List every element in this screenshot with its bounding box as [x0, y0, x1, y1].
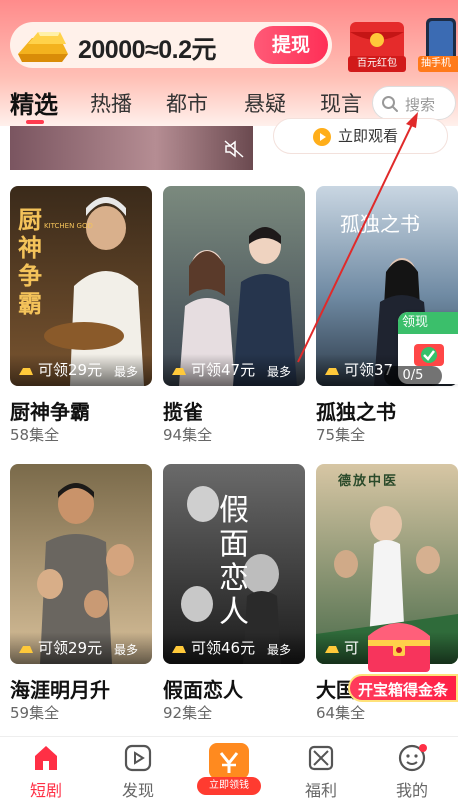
poster-title-art: 厨神争霸: [18, 206, 42, 318]
reward-amount: 可领46元: [191, 639, 256, 657]
play-circle-icon: [313, 128, 331, 146]
drama-episodes: 75集全: [316, 426, 366, 444]
treasure-chest-icon[interactable]: [362, 610, 436, 676]
drama-title[interactable]: 假面恋人: [163, 674, 243, 703]
drama-title[interactable]: 海涯明月升: [10, 674, 110, 703]
drama-episodes: 92集全: [163, 704, 213, 722]
drama-title[interactable]: 厨神争霸: [10, 396, 90, 425]
reward-max-label: 最多: [267, 643, 292, 657]
mute-icon[interactable]: [224, 140, 244, 158]
tab-suspense[interactable]: 悬疑: [244, 88, 286, 118]
gift-box-icon: [308, 745, 334, 771]
cash-check-icon: [414, 344, 444, 366]
drama-episodes: 94集全: [163, 426, 213, 444]
nav-label: 我的: [395, 781, 428, 800]
gold-bar-icon: [325, 646, 339, 653]
drama-poster[interactable]: 厨神争霸 KITCHEN GOD 可领29元 最多: [10, 186, 152, 386]
search-icon: [382, 96, 398, 112]
treasure-chest-button[interactable]: 开宝箱得金条: [348, 674, 458, 702]
tab-modern-romance[interactable]: 现言: [320, 88, 362, 118]
poster-title-art: 假面恋人: [219, 493, 249, 630]
home-icon: [35, 746, 57, 770]
reward-tag: 可领47元 最多: [163, 354, 305, 386]
coin-balance-pill[interactable]: 20000≈0.2元 提现: [10, 22, 332, 68]
tab-hot[interactable]: 热播: [90, 88, 132, 118]
nav-label: 短剧: [29, 781, 62, 800]
reward-tag: 可领29元 最多: [10, 354, 152, 386]
gold-bar-icon: [325, 368, 339, 375]
nav-short-drama[interactable]: 短剧: [0, 737, 92, 802]
reward-amount: 可领29元: [38, 361, 103, 379]
nav-label: 福利: [304, 781, 337, 800]
tab-featured[interactable]: 精选: [10, 85, 58, 120]
watch-now-label: 立即观看: [338, 127, 399, 145]
drama-episodes: 59集全: [10, 704, 60, 722]
top-reward-banner: 20000≈0.2元 提现 百元红包 抽手机: [0, 0, 458, 78]
nav-get-money[interactable]: 立即领钱: [183, 737, 275, 802]
nav-discover[interactable]: 发现: [92, 737, 184, 802]
reward-tag: 可领29元 最多: [10, 632, 152, 664]
claim-progress-counter: 0/5: [384, 366, 442, 386]
reward-max-label: 最多: [267, 365, 292, 379]
gold-bar-icon: [18, 32, 68, 62]
drama-poster[interactable]: 可领47元 最多: [163, 186, 305, 386]
poster-subtitle: KITCHEN GOD: [44, 222, 93, 230]
nav-label: 发现: [121, 781, 154, 800]
smile-face-icon: [398, 744, 427, 772]
active-tab-indicator: [26, 120, 44, 124]
reward-max-label: 最多: [114, 643, 139, 657]
nav-profile[interactable]: 我的: [366, 737, 458, 802]
poster-title-art: 孤独之书: [340, 212, 420, 236]
gold-bar-icon: [19, 646, 33, 653]
reward-max-label: 最多: [114, 365, 139, 379]
claim-cash-label: 领现: [398, 312, 458, 334]
coin-exchange-text: 20000≈0.2元: [78, 36, 217, 64]
gold-bar-icon: [172, 646, 186, 653]
drama-title[interactable]: 孤独之书: [316, 396, 396, 425]
play-square-icon: [124, 744, 152, 772]
hero-video-preview[interactable]: [10, 126, 253, 170]
withdraw-button[interactable]: 提现: [254, 26, 328, 64]
phone-prize-label[interactable]: 抽手机: [418, 56, 458, 72]
get-money-label: 立即领钱: [197, 777, 261, 795]
drama-title[interactable]: 揽雀: [163, 396, 203, 425]
bottom-navigation: 短剧 发现 立即领钱 福利 我的: [0, 736, 458, 802]
drama-episodes: 58集全: [10, 426, 60, 444]
gold-bar-icon: [19, 368, 33, 375]
reward-amount: 可领29元: [38, 639, 103, 657]
reward-amount: 可领47元: [191, 361, 256, 379]
nav-welfare[interactable]: 福利: [275, 737, 367, 802]
watch-now-button[interactable]: 立即观看: [273, 118, 448, 154]
tab-urban[interactable]: 都市: [166, 88, 208, 118]
search-input[interactable]: 搜索: [372, 86, 456, 120]
poster-title-art: 德放中医: [338, 474, 399, 489]
drama-poster[interactable]: 假面恋人 可领46元 最多: [163, 464, 305, 664]
reward-tag: 可领46元 最多: [163, 632, 305, 664]
gold-bar-icon: [172, 368, 186, 375]
drama-episodes: 64集全: [316, 704, 366, 722]
drama-poster[interactable]: 可领29元 最多: [10, 464, 152, 664]
red-packet-label[interactable]: 百元红包: [348, 56, 406, 72]
search-placeholder: 搜索: [405, 96, 436, 114]
reward-amount: 可: [344, 639, 360, 657]
